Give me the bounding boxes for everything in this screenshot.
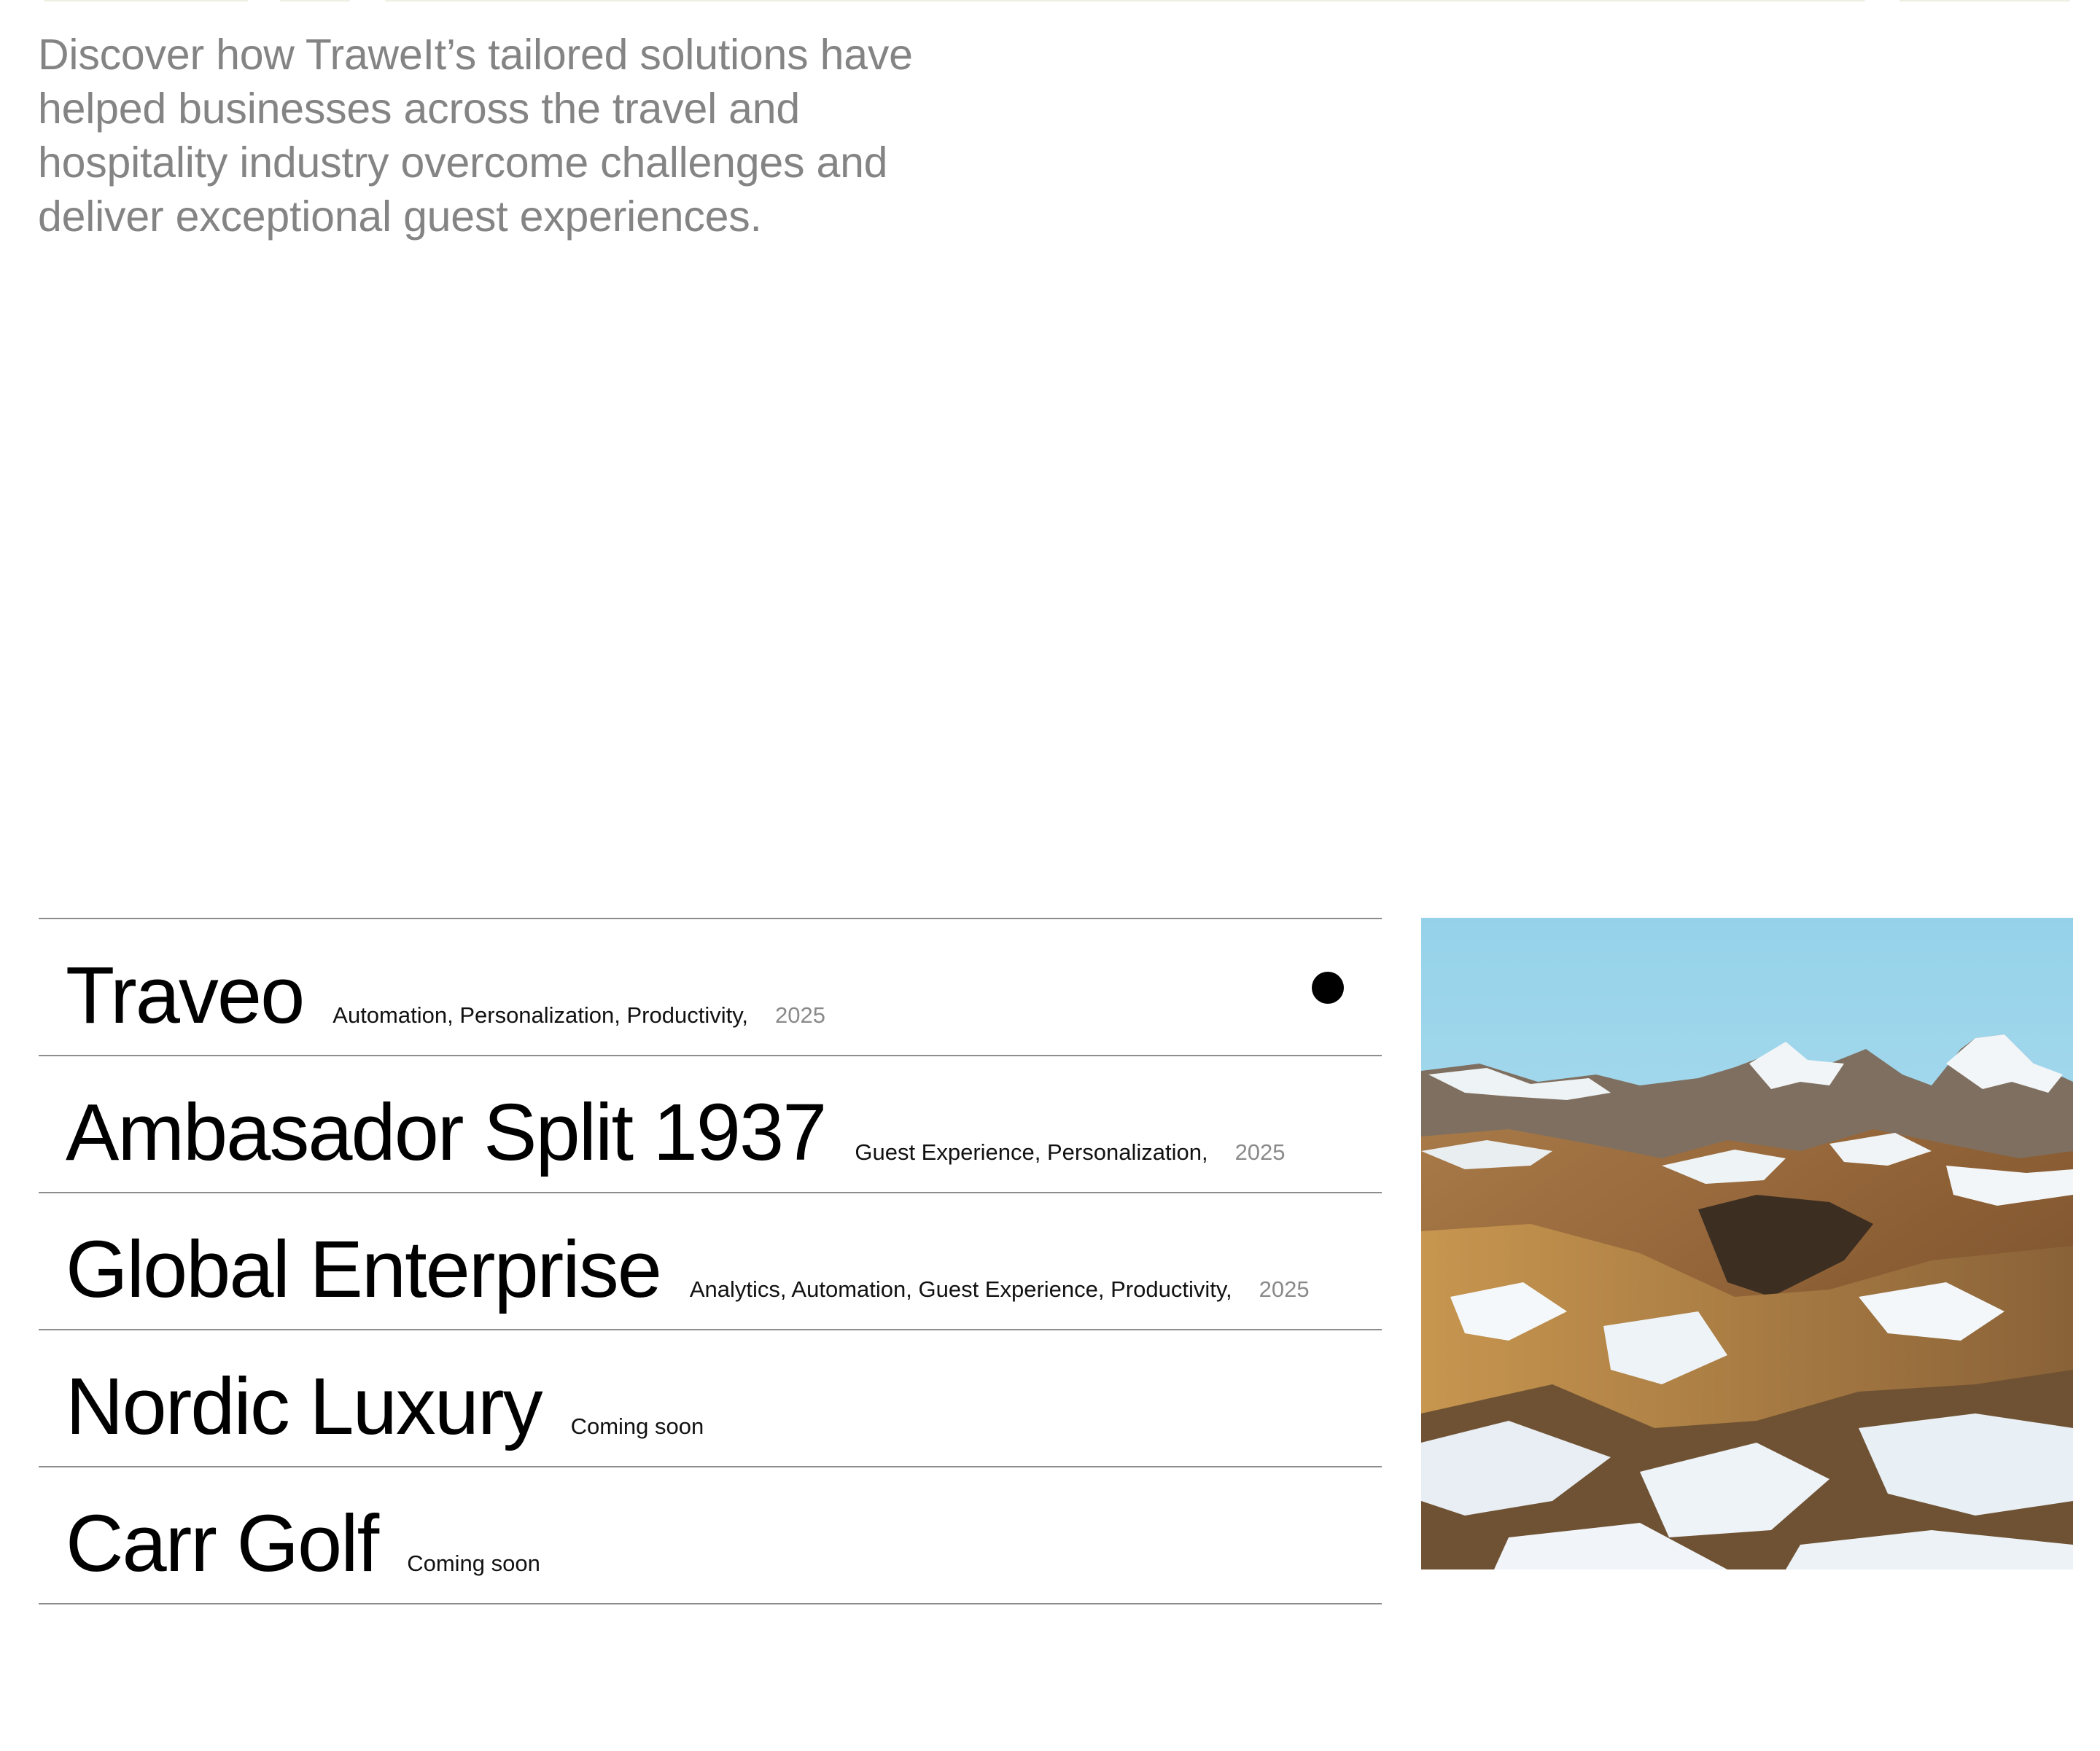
intro-paragraph: Discover how TraweIt’s tailored solution… <box>38 31 913 241</box>
case-status: Coming soon <box>407 1551 540 1576</box>
case-title: Global Enterprise <box>66 1225 662 1314</box>
case-tags: Automation, Personalization, Productivit… <box>332 1002 749 1028</box>
case-year: 2025 <box>1234 1139 1286 1165</box>
case-year: 2025 <box>775 1002 826 1028</box>
case-row-ambasador-split-1937[interactable]: Ambasador Split 1937 Guest Experience, P… <box>39 1056 1382 1193</box>
mountain-landscape-image <box>1421 918 2073 1569</box>
case-status: Coming soon <box>570 1413 704 1439</box>
active-indicator-dot <box>1312 972 1344 1004</box>
case-title: Traveo <box>66 951 305 1040</box>
case-study-list: Traveo Automation, Personalization, Prod… <box>39 918 1382 1604</box>
case-tags: Guest Experience, Personalization, <box>855 1139 1208 1165</box>
case-title: Ambasador Split 1937 <box>66 1088 827 1177</box>
case-preview-image <box>1421 918 2073 1569</box>
case-row-global-enterprise[interactable]: Global Enterprise Analytics, Automation,… <box>39 1193 1382 1330</box>
case-year: 2025 <box>1259 1276 1310 1302</box>
case-row-carr-golf[interactable]: Carr Golf Coming soon <box>39 1467 1382 1604</box>
case-tags: Analytics, Automation, Guest Experience,… <box>689 1276 1232 1302</box>
case-title: Nordic Luxury <box>66 1362 543 1451</box>
case-row-traveo[interactable]: Traveo Automation, Personalization, Prod… <box>39 919 1382 1056</box>
case-row-nordic-luxury[interactable]: Nordic Luxury Coming soon <box>39 1330 1382 1467</box>
case-title: Carr Golf <box>66 1499 379 1588</box>
top-strip <box>0 0 2100 2</box>
